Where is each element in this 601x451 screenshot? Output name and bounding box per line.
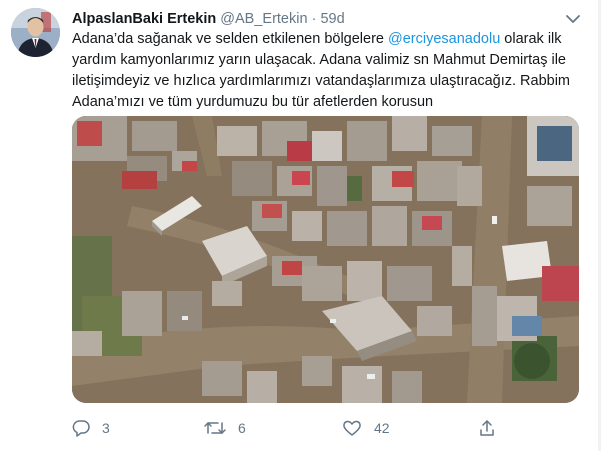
tweet-header: AlpaslanBaki Ertekin @AB_Ertekin · 59d xyxy=(72,9,561,29)
share-icon xyxy=(480,420,494,436)
like-button[interactable]: 42 xyxy=(342,415,390,441)
tweet-text: Adana’da sağanak ve selden etkilenen böl… xyxy=(72,29,584,113)
tweet-actions-bar: 3 6 42 xyxy=(72,415,579,441)
like-count: 42 xyxy=(374,420,390,436)
reply-button[interactable]: 3 xyxy=(72,415,110,441)
reply-count: 3 xyxy=(102,420,110,436)
retweet-count: 6 xyxy=(238,420,246,436)
tweet-text-part-1: Adana’da sağanak ve selden etkilenen böl… xyxy=(72,31,389,47)
aerial-flood-image xyxy=(72,116,579,403)
chevron-down-icon[interactable] xyxy=(565,12,581,24)
mention-link[interactable]: @erciyesanadolu xyxy=(388,31,500,47)
like-icon xyxy=(343,420,361,436)
header-separator: · xyxy=(311,11,317,27)
avatar-portrait xyxy=(11,8,60,57)
author-name[interactable]: AlpaslanBaki Ertekin xyxy=(72,11,216,27)
share-button[interactable] xyxy=(478,415,496,441)
author-avatar[interactable] xyxy=(11,8,60,57)
retweet-button[interactable]: 6 xyxy=(204,415,246,441)
author-handle[interactable]: @AB_Ertekin xyxy=(220,11,307,27)
tweet-card: AlpaslanBaki Ertekin @AB_Ertekin · 59d A… xyxy=(0,0,601,451)
reply-icon xyxy=(72,420,90,437)
tweet-media-photo[interactable] xyxy=(72,116,579,403)
retweet-icon xyxy=(204,422,226,434)
tweet-timestamp[interactable]: 59d xyxy=(320,11,344,27)
